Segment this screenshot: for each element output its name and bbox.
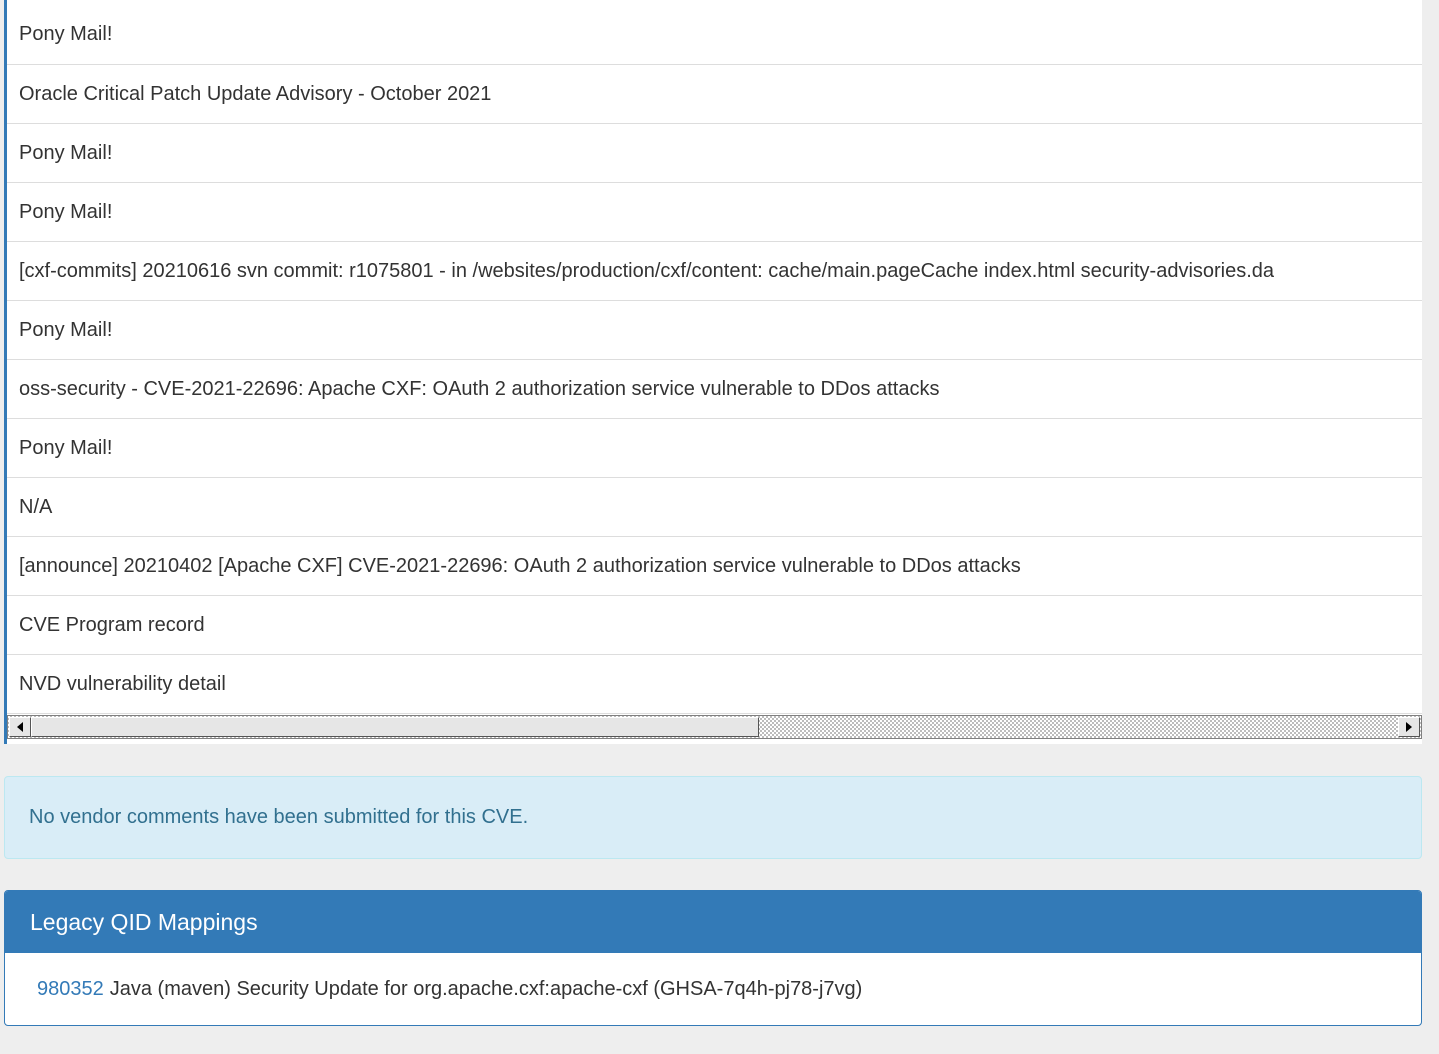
triangle-right-icon — [1406, 722, 1412, 732]
reference-link[interactable]: Pony Mail! — [7, 5, 1422, 65]
qid-mapping-row: 980352 Java (maven) Security Update for … — [5, 953, 1421, 1025]
horizontal-scrollbar[interactable] — [7, 715, 1422, 739]
scroll-right-button[interactable] — [1398, 717, 1420, 737]
qid-link[interactable]: 980352 — [37, 978, 104, 1001]
reference-link[interactable]: Oracle Critical Patch Update Advisory - … — [7, 65, 1422, 124]
reference-link[interactable]: Pony Mail! — [7, 419, 1422, 478]
reference-link[interactable]: Pony Mail! — [7, 124, 1422, 183]
references-panel: Pony Mail! Oracle Critical Patch Update … — [4, 0, 1422, 744]
vendor-comments-alert: No vendor comments have been submitted f… — [4, 776, 1422, 859]
reference-link[interactable]: Pony Mail! — [7, 301, 1422, 360]
scroll-left-button[interactable] — [9, 717, 31, 737]
qid-description: Java (maven) Security Update for org.apa… — [109, 977, 863, 1000]
reference-link[interactable]: [announce] 20210402 [Apache CXF] CVE-202… — [7, 537, 1422, 596]
legacy-qid-panel: Legacy QID Mappings 980352 Java (maven) … — [4, 890, 1422, 1026]
triangle-left-icon — [17, 722, 23, 732]
vendor-comments-message: No vendor comments have been submitted f… — [29, 806, 529, 828]
reference-link[interactable]: NVD vulnerability detail — [7, 655, 1422, 714]
reference-link[interactable]: oss-security - CVE-2021-22696: Apache CX… — [7, 360, 1422, 419]
reference-link[interactable]: Pony Mail! — [7, 183, 1422, 242]
panel-title: Legacy QID Mappings — [5, 891, 1421, 953]
reference-link[interactable]: N/A — [7, 478, 1422, 537]
references-list: Pony Mail! Oracle Critical Patch Update … — [7, 5, 1422, 715]
reference-link[interactable]: CVE Program record — [7, 596, 1422, 655]
reference-link[interactable]: [cxf-commits] 20210616 svn commit: r1075… — [7, 242, 1422, 301]
scrollbar-thumb[interactable] — [31, 717, 759, 737]
